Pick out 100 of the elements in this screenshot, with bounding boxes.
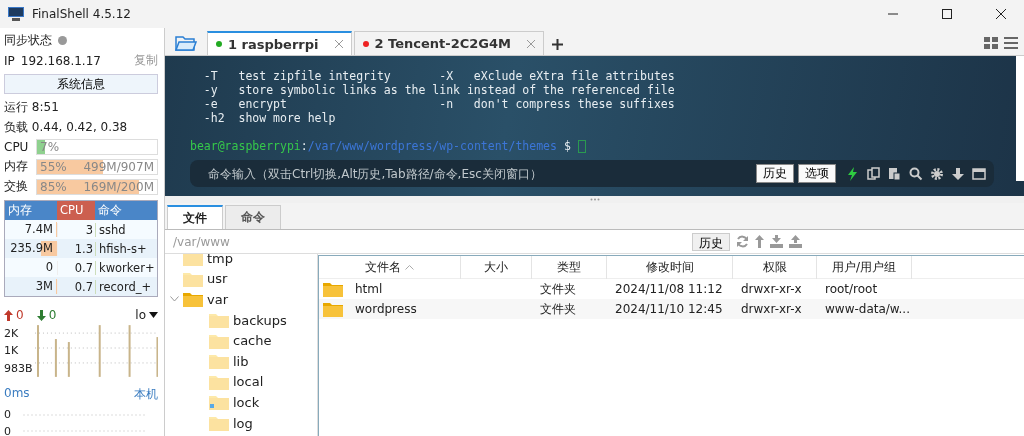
folder-icon	[209, 312, 229, 329]
axis-label: 0	[4, 425, 11, 436]
folder-icon	[209, 353, 229, 370]
tab-label: 1 raspberrpi	[228, 36, 319, 52]
file-name: wordpress	[354, 302, 417, 316]
search-icon[interactable]	[909, 166, 923, 181]
column-header[interactable]: 内存	[5, 201, 57, 220]
table-cell: 0.7	[57, 260, 95, 275]
ip-label: IP	[4, 53, 15, 68]
menu-icon[interactable]	[1004, 37, 1018, 49]
table-cell: 3M	[35, 279, 53, 293]
column-header[interactable]: 大小	[461, 256, 532, 279]
window-icon[interactable]	[972, 166, 986, 181]
prompt-separator: :	[300, 139, 308, 153]
download-rate: 0	[48, 308, 58, 322]
tree-item[interactable]: backups	[165, 309, 317, 331]
session-tab[interactable]: 1 raspberrpi	[207, 31, 352, 55]
table-cell: kworker+	[95, 260, 157, 275]
axis-label: 1K	[4, 344, 20, 358]
table-cell[interactable]: html	[319, 281, 461, 297]
close-icon[interactable]	[334, 40, 343, 48]
file-name: html	[354, 282, 383, 296]
tree-item[interactable]: local	[165, 371, 317, 393]
plus-icon	[552, 39, 563, 50]
scrollbar[interactable]	[1016, 56, 1024, 181]
terminal[interactable]	[165, 56, 1024, 196]
prompt-path: /var/www/wordpress/wp-content/themes	[307, 139, 557, 153]
upload-rate: 0	[16, 308, 24, 322]
grid-icon[interactable]	[984, 37, 998, 49]
folder-icon[interactable]	[175, 35, 197, 51]
dropdown-caret-icon[interactable]	[149, 312, 158, 318]
column-header[interactable]: 用户/用户组	[817, 256, 912, 279]
command-input[interactable]: 命令输入（双击Ctrl切换,Alt历史,Tab路径/命令,Esc关闭窗口）	[206, 162, 752, 185]
folder-icon	[209, 415, 229, 432]
interface-name[interactable]: lo	[135, 308, 146, 322]
table-cell: 3	[57, 222, 95, 237]
meter-label: 内存	[4, 158, 29, 175]
up-arrow-icon	[4, 309, 13, 321]
panel-tab[interactable]: 命令	[225, 205, 281, 229]
terminal-line: -T test zipfile integrity -X eXclude eXtra file attributes	[202, 69, 676, 83]
table-cell: record_+	[95, 279, 157, 294]
splitter-grip-icon[interactable]	[589, 198, 600, 201]
down-arrow-icon[interactable]	[951, 166, 965, 181]
folder-name: usr	[207, 271, 228, 287]
command-button[interactable]: 历史	[756, 164, 794, 183]
refresh-icon[interactable]	[736, 235, 749, 248]
folder-icon	[209, 332, 229, 349]
sync-status-label: 同步状态	[4, 32, 52, 49]
folder-icon	[209, 373, 229, 390]
meter-label: 交换	[4, 178, 29, 195]
meter-label: CPU	[4, 140, 30, 154]
download-icon[interactable]	[770, 235, 783, 248]
table-cell: 0.7	[57, 279, 95, 294]
folder-name: local	[233, 374, 264, 390]
tree-item[interactable]: var	[165, 289, 317, 310]
folder-name: log	[233, 415, 253, 431]
column-header[interactable]: 文件名	[319, 256, 461, 279]
tree-item[interactable]: tmp	[165, 254, 317, 269]
window-title: FinalShell 4.5.12	[32, 7, 132, 21]
settings-icon[interactable]	[930, 166, 944, 181]
status-dot-icon	[58, 36, 67, 45]
tree-item[interactable]: log	[165, 412, 317, 434]
column-header[interactable]: 权限	[733, 256, 817, 279]
lightning-icon[interactable]	[846, 166, 860, 181]
table-cell: 235.9M	[10, 241, 53, 255]
system-info-button[interactable]: 系统信息	[4, 74, 158, 94]
panel-tab[interactable]: 文件	[167, 205, 223, 229]
terminal-line: -h2 show more help	[202, 111, 337, 125]
table-cell[interactable]: wordpress	[319, 301, 461, 317]
upload-icon[interactable]	[789, 235, 802, 248]
close-icon[interactable]	[527, 39, 535, 48]
cursor	[577, 140, 586, 153]
folder-name: lock	[233, 394, 260, 410]
down-arrow-icon	[36, 309, 46, 321]
terminal-line: -e encrypt -n don't compress these suffixes	[202, 97, 676, 111]
history-button[interactable]: 历史	[692, 232, 730, 251]
session-tab[interactable]: 2 Tencent-2C2G4M	[353, 31, 544, 55]
maximize-icon	[942, 9, 952, 19]
table-cell-text: 2024/11/08 11:12	[614, 282, 724, 296]
paste-icon[interactable]	[888, 166, 902, 181]
column-header[interactable]: 类型	[532, 256, 607, 279]
axis-label: 983B	[4, 361, 33, 375]
column-header[interactable]: 命令	[95, 201, 157, 220]
app-icon	[8, 7, 24, 21]
tree-item[interactable]: lock	[165, 392, 317, 413]
folder-icon	[183, 254, 203, 267]
tree-item[interactable]: usr	[165, 268, 317, 290]
tree-item[interactable]: lib	[165, 350, 317, 372]
table-cell-text: 文件夹	[539, 300, 577, 318]
tree-item[interactable]: cache	[165, 330, 317, 351]
copy-icon[interactable]	[867, 166, 881, 181]
folder-icon	[323, 281, 343, 297]
column-header[interactable]: CPU	[57, 201, 95, 220]
table-cell: 7.4M	[24, 222, 53, 236]
column-header[interactable]: 修改时间	[607, 256, 733, 279]
table-cell: 1.3	[57, 241, 95, 256]
command-button[interactable]: 选项	[798, 164, 836, 183]
meter-percent: 55%	[40, 159, 67, 174]
table-cell-text: 2024/11/10 12:45	[614, 302, 724, 316]
up-arrow-icon[interactable]	[755, 235, 764, 248]
